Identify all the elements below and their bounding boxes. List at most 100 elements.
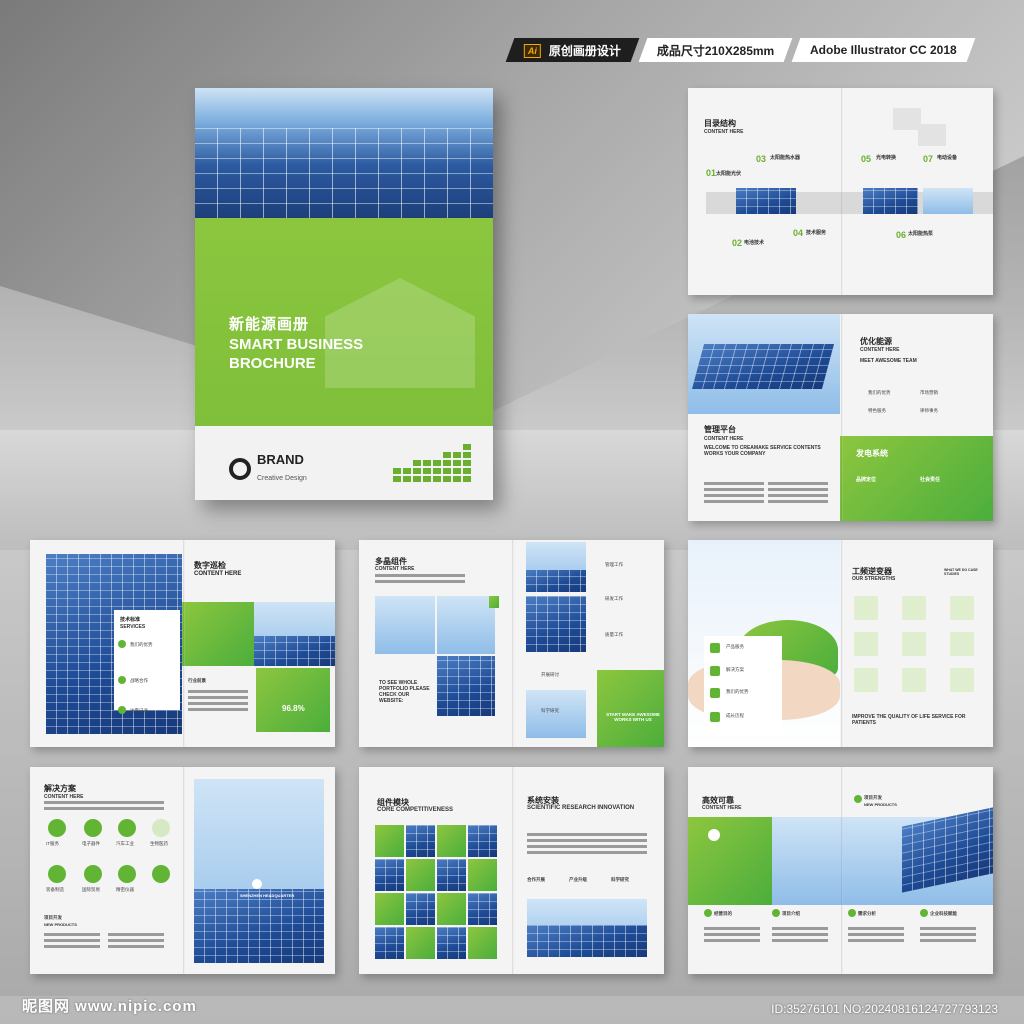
toc-item: 太阳能热水器 (770, 155, 801, 161)
cover-block (413, 476, 421, 482)
s3-text-lines (188, 690, 248, 714)
s2-green-title: 发电系统 (856, 449, 888, 458)
s2-text-lines (768, 482, 828, 506)
s4-photo (526, 596, 586, 652)
s6-item: 装备制造 (46, 887, 64, 892)
s6-more: 项目开发 (44, 915, 62, 920)
toc-photo-2 (863, 188, 918, 214)
spread-modules: 多晶组件 CONTENT HERE TO SEE WHOLE PORTFOLIO… (359, 540, 664, 747)
s8-proj-sub: NEW PRODUCTS (864, 802, 897, 807)
more-icon (152, 865, 170, 883)
illustrator-icon: Ai (524, 43, 541, 57)
instrument-icon (118, 865, 136, 883)
gear-icon (48, 865, 66, 883)
s5-icon (710, 643, 720, 653)
s6-title: 解决方案 (44, 784, 76, 793)
s2-green-item: 社会责任 (920, 477, 941, 483)
s4-item: 管理工作 (605, 562, 623, 567)
toc-item: 光电转换 (876, 155, 897, 161)
s5-item: 我们的优势 (726, 689, 749, 694)
cover-block (403, 468, 411, 474)
cover-block (443, 476, 451, 482)
s2-item: 市场营销 (920, 390, 938, 395)
cover-brand: BRAND Creative Design (229, 452, 307, 485)
s6-text-lines (44, 933, 100, 951)
s8-dot-icon (772, 909, 780, 917)
watermark: 昵图网 www.nipic.com (22, 998, 197, 1015)
s7-text-lines (527, 833, 647, 857)
s3-svc: 技术标准 (120, 617, 141, 623)
cover-block (413, 468, 421, 474)
cover-block-pattern (393, 440, 473, 482)
toc-item: 太阳能光伏 (716, 171, 742, 177)
s5-item: 产品服务 (726, 644, 744, 649)
toc-num: 03 (756, 154, 767, 164)
s7-grid-tile (468, 859, 497, 891)
check-icon (118, 640, 126, 648)
s4-item: 科学研究 (541, 708, 559, 713)
s8-proj: 项目开发 (864, 795, 882, 800)
cover-block (463, 452, 471, 458)
s2-left-title: 管理平台 (704, 425, 736, 434)
cover-block (433, 460, 441, 466)
cover-block (393, 468, 401, 474)
header-badges: Ai 原创画册设计 成品尺寸210X285mm Adobe Illustrator… (505, 38, 976, 62)
s8-sub: CONTENT HERE (702, 805, 742, 811)
cover-block (453, 468, 461, 474)
s2-green-item: 品牌定位 (856, 477, 877, 483)
s7-grid-tile (406, 859, 435, 891)
cover-block (433, 476, 441, 482)
brand-name: BRAND (257, 452, 304, 467)
s3-item: 我们的优势 (130, 642, 153, 647)
s8-text-lines (772, 927, 828, 945)
s5-icon (710, 712, 720, 722)
s7-grid-tile (468, 927, 497, 959)
toc-num: 01 (706, 168, 717, 178)
badge-design: Ai 原创画册设计 (505, 38, 640, 62)
s7-grid-tile (437, 859, 466, 891)
cover-solar-image (195, 88, 493, 218)
s4-green-cta (597, 670, 664, 747)
s3-svc-en: SERVICES (120, 624, 146, 630)
s3-stat-tile (256, 668, 330, 732)
spread-components: 组件模块 CORE COMPETITIVENESS 系统安装 SCIENTIFI… (359, 767, 664, 974)
s2-item: 特色服务 (868, 408, 886, 413)
badge-software: Adobe Illustrator CC 2018 (792, 38, 976, 62)
spread-solutions: 解决方案 CONTENT HERE IT服务 电子器件 汽车工业 生物医药 装备… (30, 767, 335, 974)
cover-block (463, 476, 471, 482)
s7-grid-tile (437, 927, 466, 959)
s7-grid-tile (375, 859, 404, 891)
image-id: ID:35276101 NO:20240816124727793123 (771, 1002, 998, 1016)
s2-title: 优化能源 (860, 337, 892, 346)
s8-text-lines (704, 927, 760, 945)
badge-software-label: Adobe Illustrator CC 2018 (810, 43, 958, 57)
s6-more-sub: NEW PRODUCTS (44, 922, 77, 927)
s7-grid-tile (468, 893, 497, 925)
s8-dot-icon (854, 795, 862, 803)
s5-item: 解决方案 (726, 667, 744, 672)
s7-grid-tile (375, 825, 404, 857)
spread-inverter: 产品服务 解决方案 我们的优势 成长历程 工频逆变器 OUR STRENGTHS… (688, 540, 993, 747)
badge-size-label: 成品尺寸210X285mm (657, 43, 775, 58)
toc-item: 电动设备 (937, 155, 958, 161)
s5-bottom: IMPROVE THE QUALITY OF LIFE SERVICE FOR … (852, 714, 966, 726)
trade-icon (84, 865, 102, 883)
s7-sub: CORE COMPETITIVENESS (377, 807, 454, 813)
s8-text-lines (920, 927, 976, 945)
toc-item: 技术服务 (806, 230, 827, 236)
s8-item: 企业科技赋能 (930, 911, 957, 916)
s7-item: 合作开展 (527, 877, 545, 882)
cover-block (403, 476, 411, 482)
s8-dot-icon (920, 909, 928, 917)
s3-item: 行业前景 (188, 678, 206, 683)
s2-left-text: WELCOME TO CREAMAKE SERVICE CONTENTS WOR… (704, 445, 821, 457)
toc-num: 02 (732, 238, 743, 248)
s7-grid-tile (406, 893, 435, 925)
s6-text-lines (44, 801, 164, 813)
spread-inspection: 技术标准 SERVICES 我们的优势 战略合作 访客记录 数字巡检 CONTE… (30, 540, 335, 747)
s8-item: 经营目的 (714, 911, 732, 916)
spread-energy: 管理平台 CONTENT HERE WELCOME TO CREAMAKE SE… (688, 314, 993, 521)
s8-text-lines (848, 927, 904, 945)
car-icon (118, 819, 136, 837)
s4-sub: CONTENT HERE (375, 566, 415, 572)
